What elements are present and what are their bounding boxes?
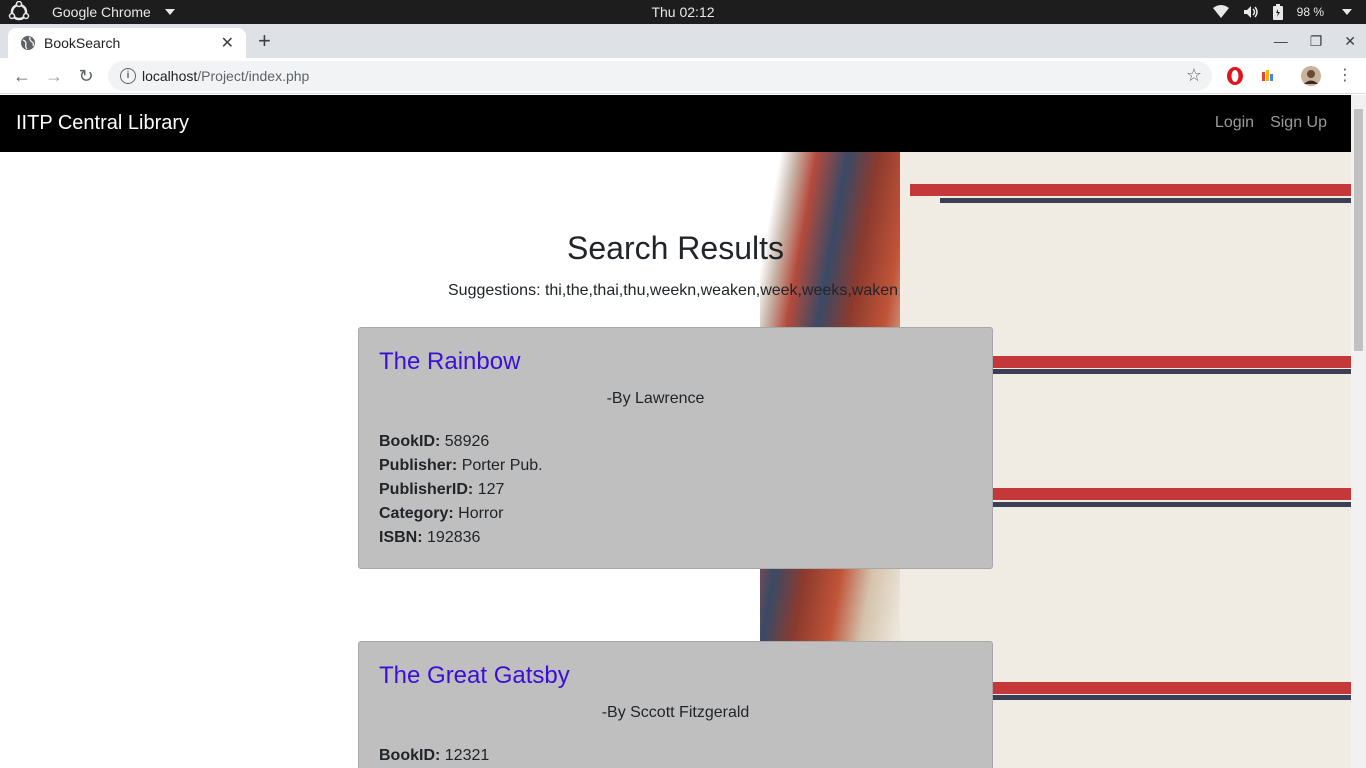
page-viewport: IITP Central Library Login Sign Up Searc…	[0, 95, 1351, 768]
book-card: The Rainbow -By Lawrence BookID: 58926 P…	[358, 327, 993, 569]
minimize-icon[interactable]: —	[1274, 33, 1288, 49]
book-card: The Great Gatsby -By Sccott Fitzgerald B…	[358, 641, 993, 768]
battery-icon	[1272, 4, 1283, 20]
url-path: /Project/index.php	[197, 68, 310, 84]
field-value: 127	[477, 481, 505, 498]
tab-strip: BookSearch ✕ + — ❐ ✕	[0, 24, 1366, 58]
extension-bars-icon[interactable]	[1258, 66, 1278, 86]
avatar[interactable]	[1301, 66, 1321, 86]
nav-links: Login Sign Up	[1215, 114, 1327, 132]
login-link[interactable]: Login	[1215, 114, 1254, 132]
chrome-menu-icon[interactable]: ⋮	[1333, 64, 1357, 88]
site-navbar: IITP Central Library Login Sign Up	[0, 95, 1351, 152]
field-value: 192836	[427, 529, 481, 546]
restore-icon[interactable]: ❐	[1310, 33, 1323, 50]
book-field: BookID: 12321	[379, 744, 972, 768]
os-top-bar: Google Chrome Thu 02:12 98 %	[0, 0, 1366, 24]
book-field: BookID: 58926	[379, 430, 972, 454]
reload-icon[interactable]: ↻	[74, 64, 98, 88]
field-value: Porter Pub.	[461, 457, 543, 474]
browser-toolbar: ← → ↻ i localhost/Project/index.php ☆ ⋮	[0, 58, 1366, 94]
book-author: -By Lawrence	[606, 390, 705, 407]
field-label: ISBN:	[379, 529, 423, 546]
site-brand[interactable]: IITP Central Library	[16, 112, 189, 135]
info-icon[interactable]: i	[120, 68, 136, 84]
close-tab-icon[interactable]: ✕	[221, 33, 234, 53]
close-window-icon[interactable]: ✕	[1344, 33, 1356, 50]
tab-title: BookSearch	[44, 35, 121, 51]
signup-link[interactable]: Sign Up	[1270, 114, 1327, 132]
book-field: Category: Horror	[379, 502, 972, 526]
suggestions: Suggestions: thi,the,thai,thu,weekn,weak…	[448, 282, 899, 299]
book-field: PublisherID: 127	[379, 478, 972, 502]
clock[interactable]: Thu 02:12	[0, 0, 1366, 24]
opera-extension-icon[interactable]	[1225, 66, 1245, 86]
book-field: Publisher: Porter Pub.	[379, 454, 972, 478]
volume-icon	[1243, 6, 1258, 18]
field-value: Horror	[458, 505, 504, 522]
page-scrollbar[interactable]	[1351, 95, 1366, 768]
field-label: BookID:	[379, 433, 441, 450]
back-arrow-icon[interactable]: ←	[10, 64, 34, 88]
globe-icon	[21, 36, 35, 50]
field-value: 58926	[444, 433, 490, 450]
book-author: -By Sccott Fitzgerald	[601, 704, 750, 721]
scrollbar-thumb[interactable]	[1354, 109, 1363, 351]
book-title-link[interactable]: The Great Gatsby	[379, 662, 972, 690]
system-status[interactable]: 98 %	[1212, 0, 1352, 24]
forward-arrow-icon[interactable]: →	[42, 64, 66, 88]
chevron-down-icon	[1342, 9, 1352, 15]
page-title: Search Results	[567, 230, 784, 266]
wifi-icon	[1212, 5, 1229, 18]
bookmark-star-icon[interactable]: ☆	[1186, 65, 1202, 86]
field-label: BookID:	[379, 747, 441, 764]
new-tab-button[interactable]: +	[258, 30, 271, 52]
url-host: localhost	[142, 68, 198, 84]
field-label: Publisher:	[379, 457, 458, 474]
field-value: 12321	[444, 747, 490, 764]
book-title-link[interactable]: The Rainbow	[379, 348, 972, 376]
address-bar[interactable]: i localhost/Project/index.php ☆	[108, 61, 1212, 91]
window-controls: — ❐ ✕	[1274, 24, 1356, 58]
field-label: Category:	[379, 505, 454, 522]
tab-booksearch[interactable]: BookSearch ✕	[8, 28, 246, 58]
battery-percent: 98 %	[1296, 5, 1324, 19]
field-label: PublisherID:	[379, 481, 474, 498]
book-field: ISBN: 192836	[379, 526, 972, 550]
